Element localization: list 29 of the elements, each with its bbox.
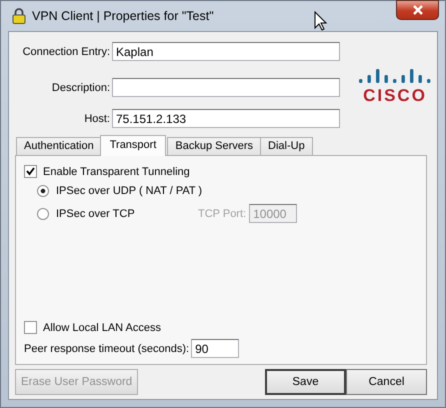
field-label: Host: <box>83 112 110 124</box>
radio-button[interactable] <box>37 208 49 220</box>
radio-button[interactable] <box>37 185 49 197</box>
button[interactable]: Save <box>265 369 346 395</box>
tab[interactable]: Dial-Up <box>260 137 313 155</box>
checkbox-label: Enable Transparent Tunneling <box>43 166 190 178</box>
tab[interactable]: Transport <box>100 135 166 156</box>
field-label: Connection Entry: <box>22 46 110 58</box>
radio-label: IPSec over TCP <box>56 208 136 220</box>
button[interactable]: Cancel <box>346 369 427 395</box>
timeout-field[interactable]: 90 <box>191 339 240 358</box>
tab[interactable]: Authentication <box>16 137 102 155</box>
checkbox[interactable] <box>24 321 37 334</box>
tab[interactable]: Backup Servers <box>167 137 262 155</box>
field-label: Description: <box>50 82 110 94</box>
close-icon <box>412 5 424 15</box>
port-label: TCP Port: <box>198 208 246 220</box>
close-button[interactable] <box>396 0 439 20</box>
checkbox[interactable] <box>24 165 37 178</box>
checkbox-label: Allow Local LAN Access <box>43 322 161 334</box>
logo-text: CISCO <box>363 87 427 105</box>
text-field[interactable] <box>112 78 340 97</box>
field-label: Peer response timeout (seconds): <box>24 342 190 354</box>
text-field[interactable]: Kaplan <box>112 42 340 61</box>
window-title: VPN Client | Properties for "Test" <box>32 9 214 23</box>
mouse-pointer-icon <box>314 11 327 31</box>
padlock-icon <box>12 8 26 24</box>
radio-label: IPSec over UDP ( NAT / PAT ) <box>56 185 202 197</box>
text-field[interactable]: 75.151.2.133 <box>112 109 340 128</box>
